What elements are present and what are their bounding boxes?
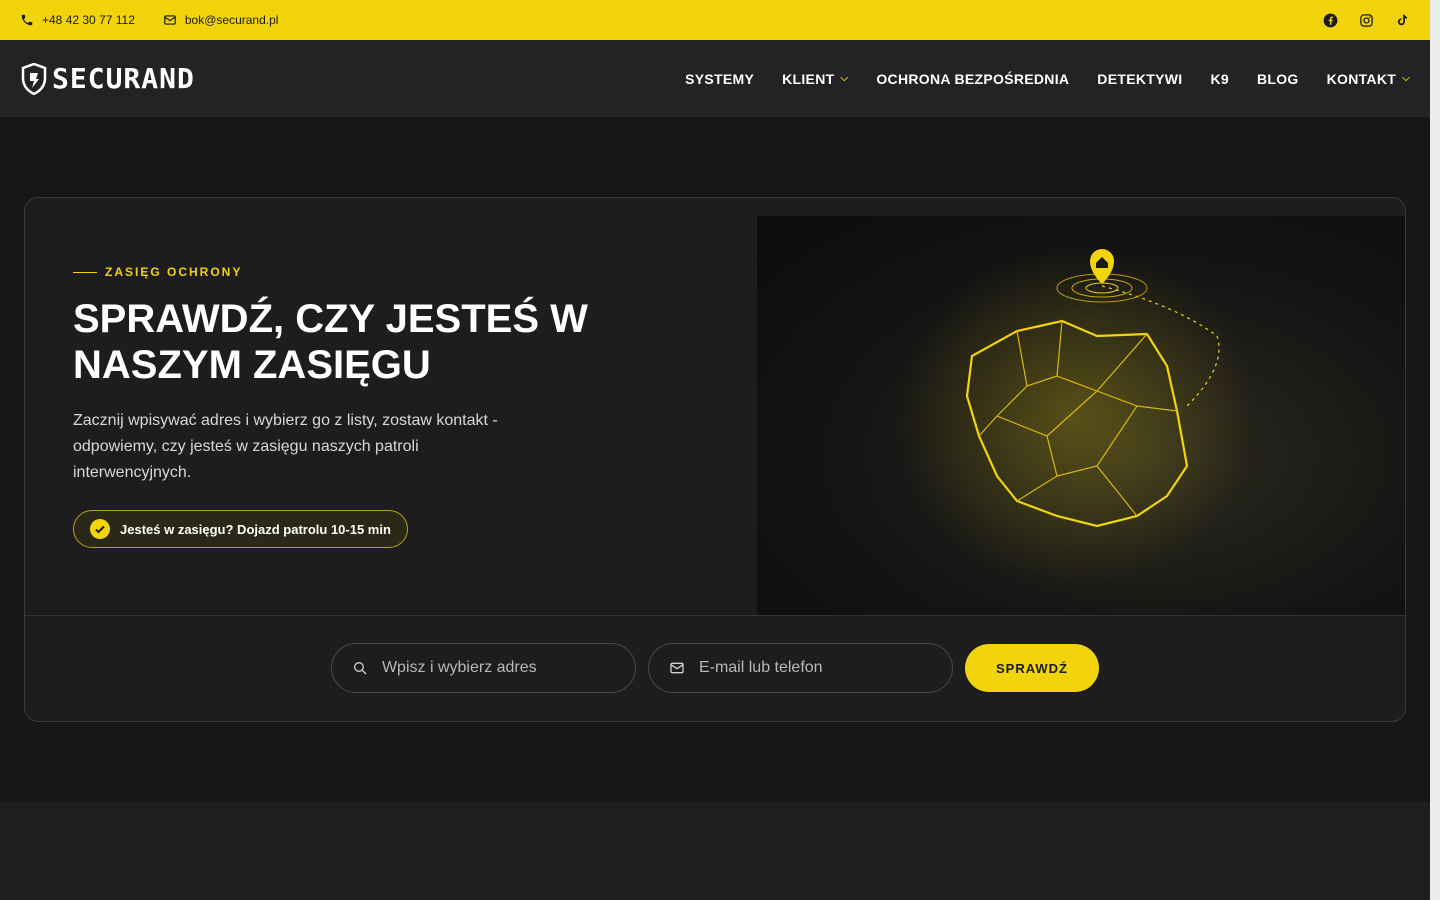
- check-icon: [90, 519, 110, 539]
- status-badge: Jesteś w zasięgu? Dojazd patrolu 10-15 m…: [73, 510, 408, 548]
- coverage-form: SPRAWDŹ: [331, 643, 1099, 693]
- top-contact-bar: +48 42 30 77 112 bok@securand.pl: [0, 0, 1430, 40]
- tiktok-icon[interactable]: [1394, 12, 1410, 28]
- nav-item-ochrona[interactable]: OCHRONA BEZPOŚREDNIA: [876, 71, 1069, 87]
- coverage-hero: ZASIĘG OCHRONY SPRAWDŹ, CZY JESTEŚ W NAS…: [25, 198, 1405, 615]
- phone-contact[interactable]: +48 42 30 77 112: [20, 13, 135, 27]
- section-eyebrow: ZASIĘG OCHRONY: [73, 265, 242, 279]
- nav-item-klient[interactable]: KLIENT ⌵: [782, 71, 848, 87]
- main-nav: SYSTEMY KLIENT ⌵ OCHRONA BEZPOŚREDNIA DET…: [685, 71, 1410, 87]
- mail-icon: [670, 662, 684, 674]
- email-contact[interactable]: bok@securand.pl: [163, 13, 279, 27]
- social-links: [1322, 12, 1410, 28]
- facebook-icon[interactable]: [1322, 12, 1338, 28]
- phone-icon: [21, 14, 33, 26]
- scrollbar[interactable]: [1430, 0, 1440, 900]
- address-input[interactable]: [381, 659, 615, 677]
- nav-item-systemy[interactable]: SYSTEMY: [685, 71, 754, 87]
- instagram-icon[interactable]: [1358, 12, 1374, 28]
- nav-item-blog[interactable]: BLOG: [1257, 71, 1299, 87]
- search-icon: [353, 662, 367, 675]
- badge-text: Jesteś w zasięgu? Dojazd patrolu 10-15 m…: [120, 521, 391, 537]
- contact-input[interactable]: [698, 659, 932, 677]
- nav-item-detektywi[interactable]: DETEKTYWI: [1097, 71, 1182, 87]
- next-section: [0, 802, 1430, 900]
- poland-map-image: [757, 216, 1405, 615]
- chevron-down-icon: ⌵: [1402, 73, 1410, 84]
- coverage-card: ZASIĘG OCHRONY SPRAWDŹ, CZY JESTEŚ W NAS…: [24, 197, 1406, 722]
- contact-field[interactable]: [648, 643, 953, 693]
- chevron-down-icon: ⌵: [840, 73, 849, 84]
- nav-item-kontakt[interactable]: KONTAKT ⌵: [1327, 71, 1410, 87]
- nav-item-k9[interactable]: K9: [1210, 71, 1229, 87]
- site-logo[interactable]: SECURAND: [20, 62, 195, 95]
- hero-description: Zacznij wpisywać adres i wybierz go z li…: [73, 412, 498, 481]
- page-title: SPRAWDŹ, CZY JESTEŚ W NASZYM ZASIĘGU: [73, 297, 588, 387]
- main-header: SECURAND SYSTEMY KLIENT ⌵ OCHRONA BEZPOŚR…: [0, 40, 1430, 117]
- logo-text: SECURAND: [52, 62, 195, 95]
- phone-number[interactable]: +48 42 30 77 112: [42, 13, 135, 27]
- check-coverage-button[interactable]: SPRAWDŹ: [965, 644, 1099, 692]
- card-divider: [25, 615, 1405, 616]
- email-address[interactable]: bok@securand.pl: [185, 13, 279, 27]
- shield-logo-icon: [21, 62, 47, 95]
- mail-icon: [164, 15, 176, 25]
- eyebrow-line: [73, 271, 97, 273]
- address-field[interactable]: [331, 643, 636, 693]
